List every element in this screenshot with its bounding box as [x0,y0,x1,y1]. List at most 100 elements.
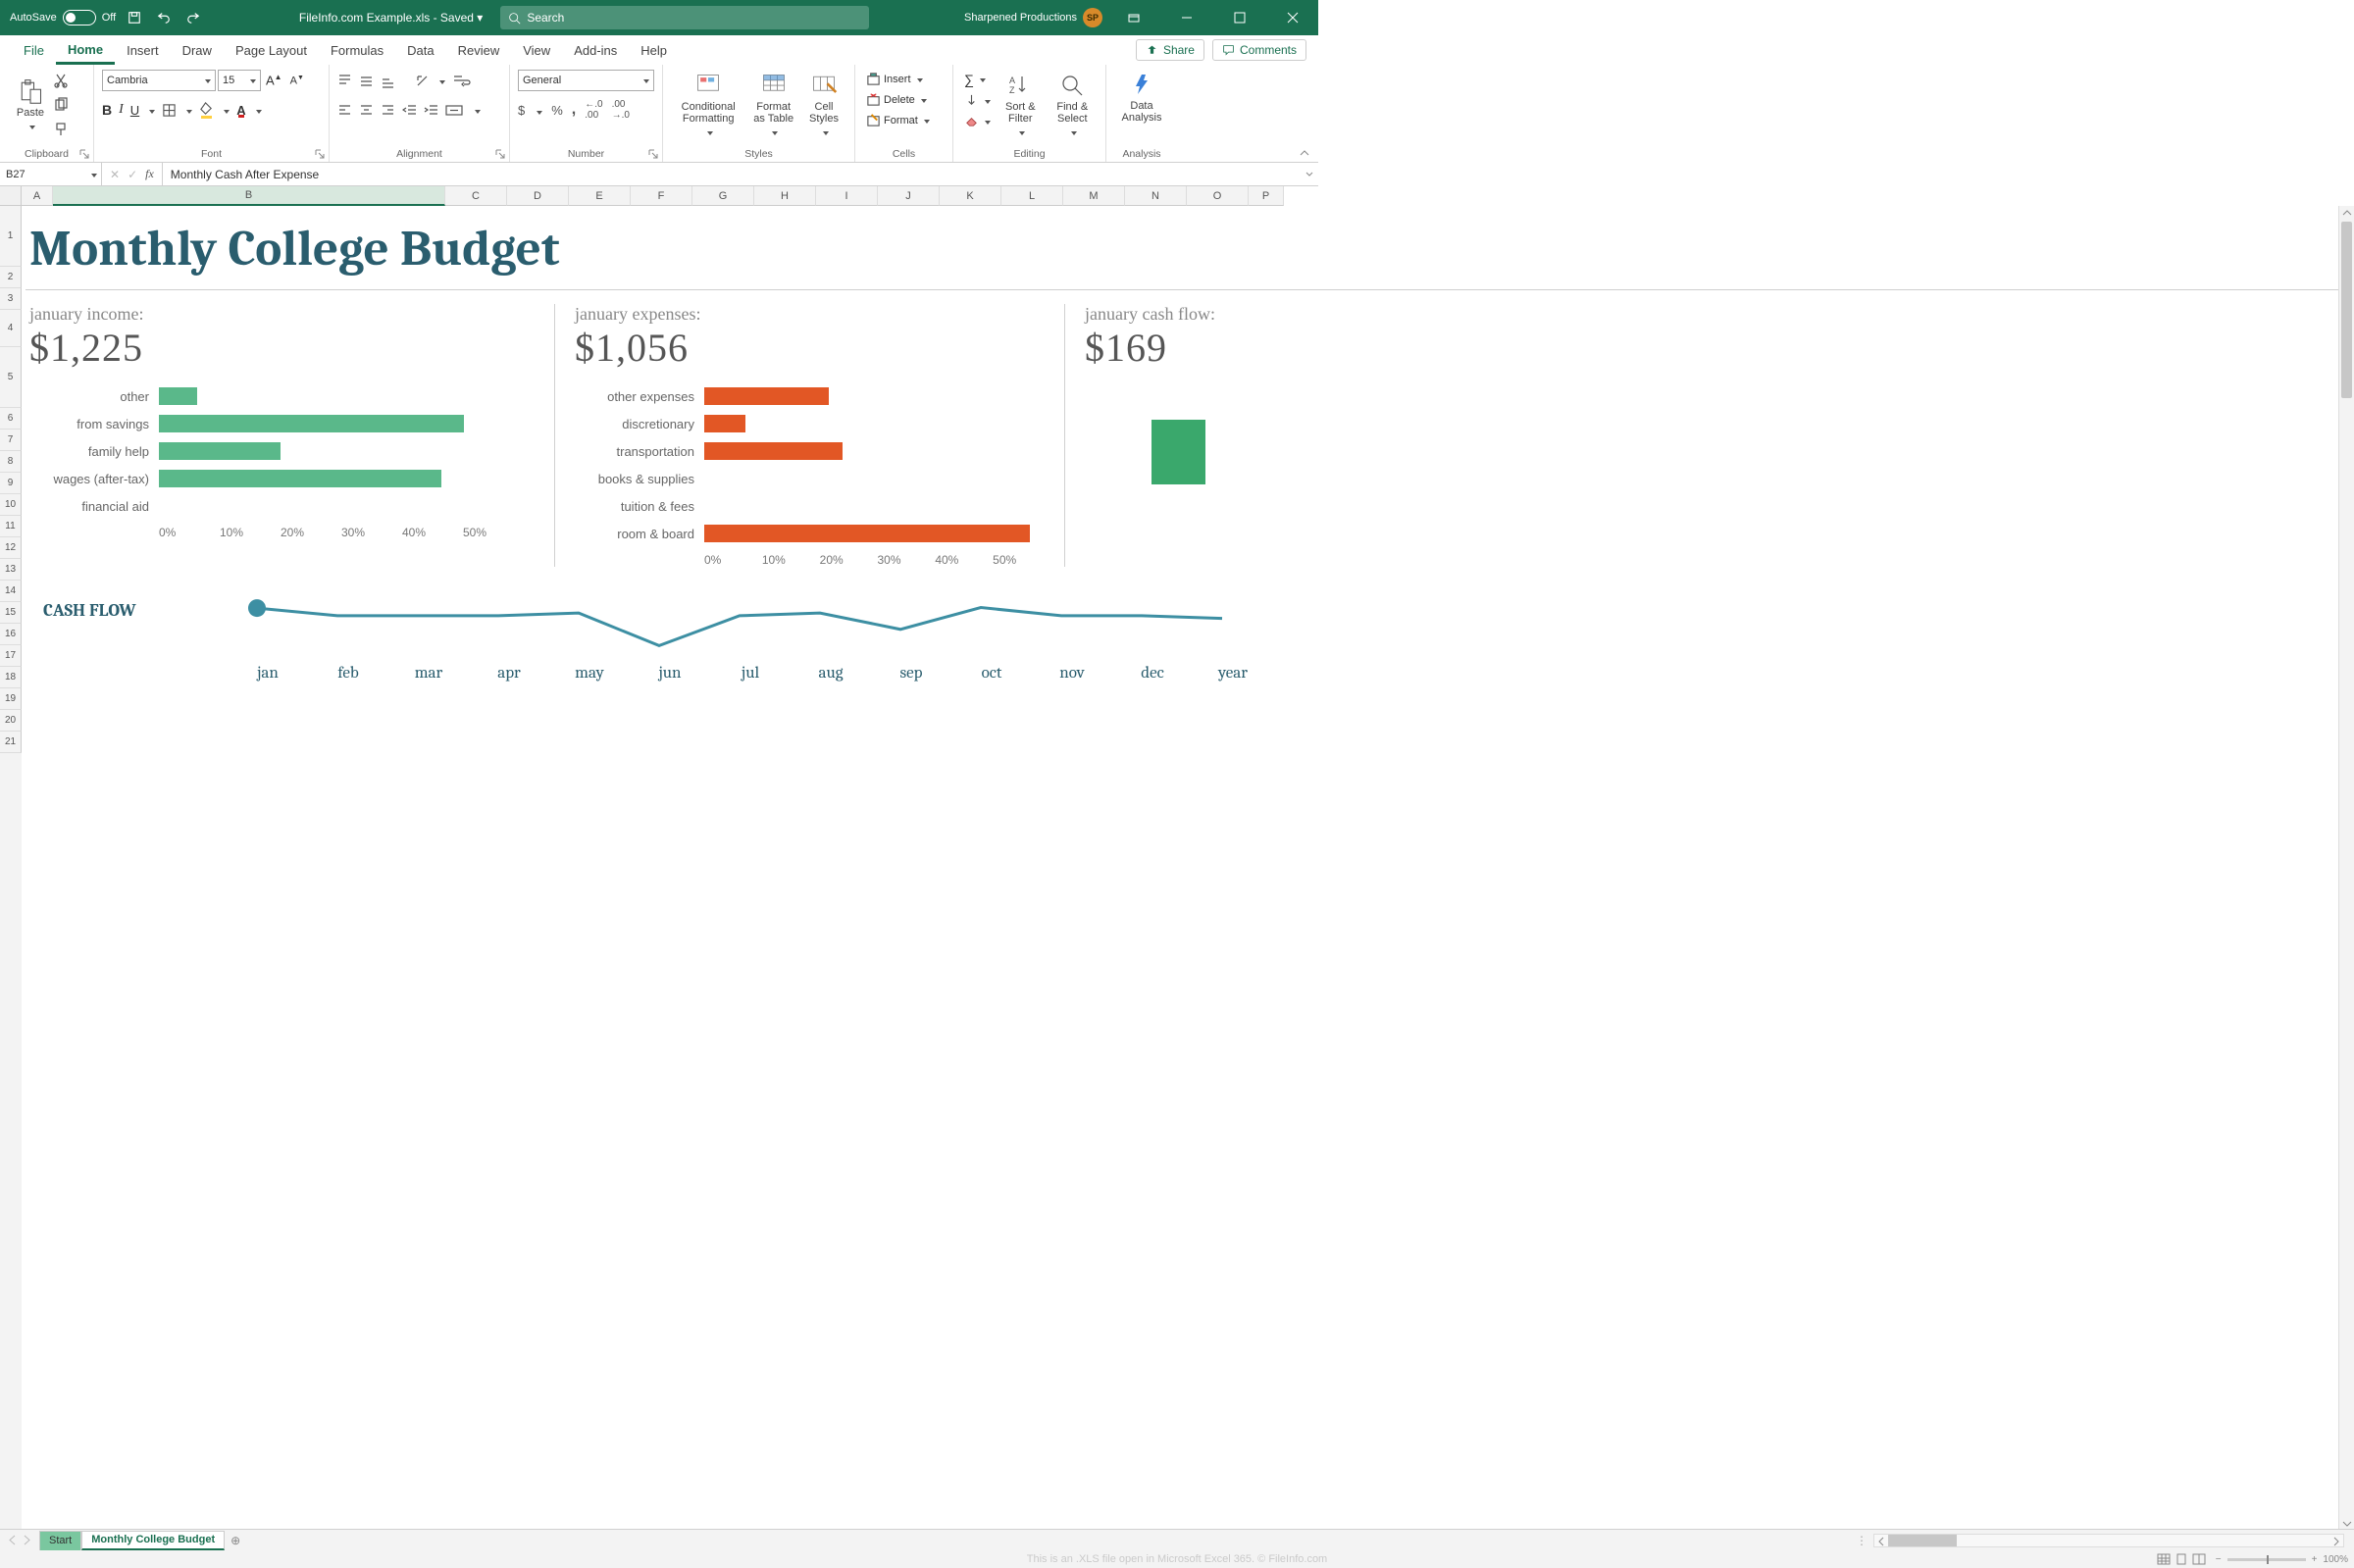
font-size-combo[interactable]: 15 [218,70,261,91]
zoom-out-icon[interactable]: − [2216,1554,2222,1565]
underline-button[interactable]: U [130,103,139,118]
autosum-button[interactable]: ∑ [961,71,994,88]
minimize-icon[interactable] [1165,0,1208,35]
fx-icon[interactable]: fx [145,167,154,181]
align-middle-icon[interactable] [359,74,374,88]
alignment-dialog-icon[interactable] [495,148,505,158]
paste-button[interactable]: Paste [8,69,53,141]
scrollbar-thumb[interactable] [1888,1535,1957,1546]
zoom-slider[interactable] [2227,1558,2306,1561]
search-box[interactable] [500,6,869,29]
cancel-formula-icon[interactable]: ✕ [110,168,120,181]
bold-button[interactable]: B [102,102,112,118]
font-color-icon[interactable]: A [236,103,245,118]
collapse-ribbon-icon[interactable] [1295,148,1314,160]
close-icon[interactable] [1271,0,1314,35]
increase-font-icon[interactable]: A▲ [263,73,285,87]
delete-cells-button[interactable]: Delete [863,91,945,108]
account-button[interactable]: Sharpened Productions SP [964,8,1102,27]
zoom-in-icon[interactable]: + [2312,1554,2318,1565]
insert-cells-button[interactable]: Insert [863,71,945,87]
comma-format-icon[interactable]: , [572,101,576,119]
zoom-level[interactable]: 100% [2323,1554,2348,1565]
search-input[interactable] [527,11,861,25]
format-as-table-button[interactable]: Format as Table [745,69,801,141]
font-dialog-icon[interactable] [315,148,325,158]
normal-view-icon[interactable] [2157,1553,2171,1565]
save-icon[interactable] [124,7,145,28]
format-cells-button[interactable]: Format [863,112,945,128]
copy-icon[interactable] [53,97,69,113]
autosave[interactable]: AutoSave Off [10,10,116,25]
autosave-toggle[interactable] [63,10,96,25]
percent-format-icon[interactable]: % [551,103,563,118]
tab-file[interactable]: File [12,37,56,63]
page-layout-view-icon[interactable] [2175,1553,2188,1565]
tab-insert[interactable]: Insert [115,37,171,63]
fill-button[interactable] [961,92,994,109]
font-name-combo[interactable]: Cambria [102,70,216,91]
italic-button[interactable]: I [119,102,124,118]
align-right-icon[interactable] [381,103,395,118]
expand-formula-bar-icon[interactable] [1301,170,1318,179]
grid-cells[interactable]: Monthly College Budget january income: $… [22,206,2338,1531]
align-center-icon[interactable] [359,103,374,118]
find-select-button[interactable]: Find & Select [1048,69,1098,141]
wrap-text-icon[interactable] [452,74,472,88]
share-button[interactable]: Share [1136,39,1204,61]
tab-addins[interactable]: Add-ins [562,37,629,63]
undo-icon[interactable] [153,7,175,28]
select-all-corner[interactable] [0,186,22,206]
ribbon-display-icon[interactable] [1112,0,1155,35]
scrollbar-thumb[interactable] [2341,222,2352,398]
scroll-right-icon[interactable] [2329,1535,2343,1548]
tab-split-icon[interactable]: ⋮ [1850,1534,1873,1547]
document-title[interactable]: FileInfo.com Example.xls - Saved ▾ [299,11,483,25]
scroll-left-icon[interactable] [1874,1535,1888,1548]
zoom-control[interactable]: − + 100% [2216,1554,2348,1565]
increase-indent-icon[interactable] [424,103,438,118]
cell-styles-button[interactable]: Cell Styles [801,69,846,141]
enter-formula-icon[interactable]: ✓ [128,168,137,181]
tab-review[interactable]: Review [446,37,512,63]
horizontal-scrollbar[interactable] [1873,1534,2344,1547]
maximize-icon[interactable] [1218,0,1261,35]
merge-center-icon[interactable] [445,103,465,118]
page-break-view-icon[interactable] [2192,1553,2206,1565]
borders-icon[interactable] [162,103,177,118]
row-headers[interactable]: 123456789101112131415161718192021 [0,206,22,1531]
sheet-tab-budget[interactable]: Monthly College Budget [81,1531,225,1550]
column-headers[interactable]: ABCDEFGHIJKLMNOP [22,186,1284,206]
format-painter-icon[interactable] [53,122,69,137]
align-left-icon[interactable] [337,103,352,118]
tab-home[interactable]: Home [56,36,115,65]
redo-icon[interactable] [182,7,204,28]
orientation-icon[interactable] [415,74,430,88]
tab-formulas[interactable]: Formulas [319,37,395,63]
decrease-font-icon[interactable]: A▼ [287,75,307,87]
new-sheet-button[interactable]: ⊕ [225,1534,246,1547]
number-dialog-icon[interactable] [648,148,658,158]
number-format-combo[interactable]: General [518,70,654,91]
sheet-nav[interactable] [0,1535,39,1545]
clear-button[interactable] [961,113,994,129]
data-analysis-button[interactable]: Data Analysis [1114,69,1169,126]
accounting-format-icon[interactable]: $ [518,103,525,118]
tab-data[interactable]: Data [395,37,445,63]
tab-draw[interactable]: Draw [171,37,224,63]
tab-view[interactable]: View [511,37,562,63]
clipboard-dialog-icon[interactable] [79,148,89,158]
cut-icon[interactable] [53,73,69,88]
decrease-indent-icon[interactable] [402,103,417,118]
tab-page-layout[interactable]: Page Layout [224,37,319,63]
tab-help[interactable]: Help [629,37,679,63]
vertical-scrollbar[interactable] [2338,206,2354,1531]
increase-decimal-icon[interactable]: ←.0.00 [585,99,602,121]
scroll-up-icon[interactable] [2339,206,2354,220]
align-top-icon[interactable] [337,74,352,88]
align-bottom-icon[interactable] [381,74,395,88]
decrease-decimal-icon[interactable]: .00→.0 [612,99,630,121]
comments-button[interactable]: Comments [1212,39,1306,61]
sort-filter-button[interactable]: AZ Sort & Filter [998,69,1044,141]
name-box[interactable]: B27 [0,163,102,185]
